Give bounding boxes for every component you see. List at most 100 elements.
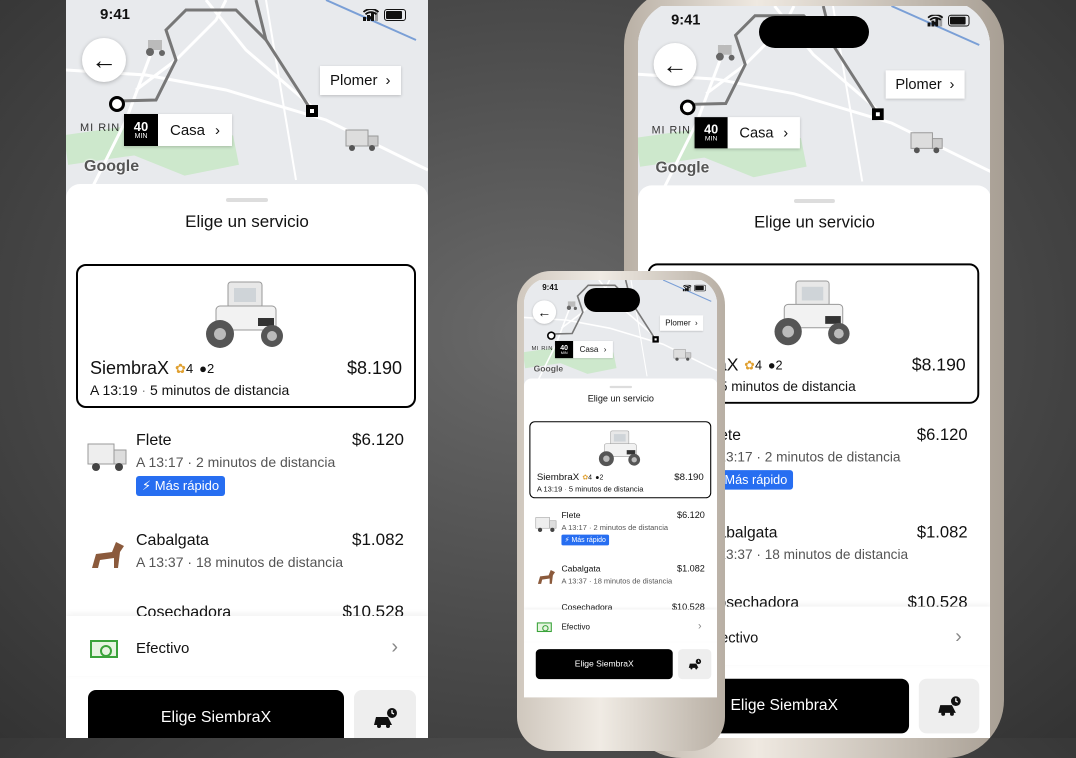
app-screen: 9:41 ← Plomer › MI RIN 40 MIN Casa › Googl… xyxy=(524,280,717,698)
service-option[interactable]: Flete $6.120 A 13:17 · 2 minutos de dist… xyxy=(524,507,717,550)
car-clock-icon xyxy=(374,708,397,728)
origin-name: Casa xyxy=(170,121,206,139)
phone-left: 9:41 ← Plomer › MI RIN 40 MIN Casa › Googl… xyxy=(66,0,428,738)
lightning-icon: ⚡︎ xyxy=(564,535,570,544)
destination-marker xyxy=(872,108,884,121)
map-view[interactable]: 9:41 ← Plomer › MI RIN 40 MIN Casa › Googl… xyxy=(66,0,428,200)
back-button[interactable]: ← xyxy=(532,300,557,324)
service-price: $1.082 xyxy=(677,563,705,574)
delivery-truck-icon xyxy=(535,517,557,532)
origin-label[interactable]: 40 MIN Casa › xyxy=(555,340,613,359)
service-eta: A 13:19 · 5 minutos de distancia xyxy=(90,382,290,398)
sheet-handle[interactable] xyxy=(226,198,268,202)
delivery-truck-icon xyxy=(87,443,127,471)
battery-icon xyxy=(694,284,706,292)
capacity: ●2 xyxy=(595,473,604,482)
tractor-icon xyxy=(206,281,283,348)
rating: ✿4 xyxy=(744,357,762,373)
service-eta: A 13:37 · 18 minutos de distancia xyxy=(136,554,344,570)
service-option-selected[interactable]: SiembraX ✿4 ●2 $8.190 A 13:19 · 5 minuto… xyxy=(529,421,712,499)
origin-label[interactable]: 40 MIN Casa › xyxy=(694,117,800,149)
battery-icon xyxy=(384,9,406,21)
origin-marker xyxy=(679,99,696,116)
destination-label[interactable]: Plomer › xyxy=(885,70,965,99)
origin-label[interactable]: 40 MIN Casa › xyxy=(124,114,233,146)
eta-badge: 40 MIN xyxy=(555,340,574,359)
rating: ✿4 xyxy=(582,472,593,481)
service-eta: A 13:37 · 18 minutos de distancia xyxy=(561,576,673,585)
chevron-right-icon: › xyxy=(694,318,698,328)
horse-icon xyxy=(92,542,124,568)
tractor-map-icon xyxy=(716,45,735,61)
payment-method[interactable]: Efectivo › xyxy=(66,616,428,676)
person-icon: ● xyxy=(199,361,208,376)
arrow-left-icon: ← xyxy=(537,303,552,320)
tractor-map-icon xyxy=(146,40,165,56)
service-eta: A 13:17 · 2 minutos de distancia xyxy=(136,454,336,470)
google-logo: Google xyxy=(655,160,710,177)
service-eta: A 13:37 · 18 minutos de distancia xyxy=(706,546,909,562)
map-area-label: MI RIN xyxy=(80,122,121,134)
clock: 9:41 xyxy=(100,6,131,23)
service-option[interactable]: Cabalgata $1.082 A 13:37 · 18 minutos de… xyxy=(66,524,428,604)
service-name: Flete xyxy=(561,511,581,521)
schedule-button[interactable] xyxy=(678,649,712,680)
google-logo: Google xyxy=(84,158,140,175)
service-option[interactable]: Cabalgata $1.082 A 13:37 · 18 minutos de… xyxy=(524,560,717,603)
service-price: $8.190 xyxy=(911,355,966,375)
cash-icon xyxy=(90,640,118,658)
tractor-icon xyxy=(598,430,641,467)
schedule-button[interactable] xyxy=(354,690,416,738)
phone-middle: 9:41 ← Plomer › MI RIN 40 MIN Casa › Googl… xyxy=(524,278,717,738)
rating: ✿4 xyxy=(175,360,194,376)
payment-method[interactable]: Efectivo › xyxy=(524,609,717,642)
map-area-label: MI RIN xyxy=(651,124,691,137)
destination-name: Plomer xyxy=(895,76,942,93)
schedule-button[interactable] xyxy=(918,678,980,734)
service-price: $6.120 xyxy=(677,510,705,521)
service-name: Cabalgata xyxy=(136,532,209,549)
origin-name: Casa xyxy=(579,345,599,355)
service-price: $8.190 xyxy=(674,471,704,483)
destination-label[interactable]: Plomer › xyxy=(320,66,401,95)
destination-marker xyxy=(652,336,659,343)
tractor-icon xyxy=(774,280,850,346)
dynamic-island xyxy=(584,288,640,312)
chevron-right-icon: › xyxy=(215,121,221,139)
service-price: $6.120 xyxy=(916,425,968,444)
service-option[interactable]: Flete $6.120 A 13:17 · 2 minutos de dist… xyxy=(66,424,428,504)
chevron-right-icon: › xyxy=(603,345,607,355)
service-name: SiembraX xyxy=(536,471,580,483)
sheet-handle[interactable] xyxy=(794,199,835,203)
destination-label[interactable]: Plomer › xyxy=(659,315,703,331)
service-eta: A 13:19 · 5 minutos de distancia xyxy=(536,484,644,493)
service-price: $8.190 xyxy=(346,358,402,378)
wheat-icon: ✿ xyxy=(175,360,186,376)
sheet-title: Elige un servicio xyxy=(754,212,875,232)
arrow-left-icon: ← xyxy=(91,44,117,75)
eta-badge: 40 MIN xyxy=(694,117,728,149)
choose-service-button[interactable]: Elige SiembraX xyxy=(88,690,344,738)
clock: 9:41 xyxy=(542,283,559,293)
battery-icon xyxy=(948,14,970,27)
back-button[interactable]: ← xyxy=(653,43,697,86)
google-logo: Google xyxy=(533,364,564,374)
horse-icon xyxy=(537,569,556,584)
choose-service-button[interactable]: Elige SiembraX xyxy=(535,649,673,680)
service-option-selected[interactable]: SiembraX ✿4 ●2 $8.190 A 13:19 · 5 minuto… xyxy=(76,264,416,408)
service-name: Flete xyxy=(136,432,172,449)
back-button[interactable]: ← xyxy=(82,38,126,82)
service-price: $6.120 xyxy=(352,430,404,449)
origin-marker xyxy=(547,331,556,340)
sheet-title: Elige un servicio xyxy=(587,393,654,404)
fastest-badge: ⚡︎ Más rápido xyxy=(561,534,610,546)
origin-marker xyxy=(109,96,125,112)
chevron-right-icon: › xyxy=(783,124,789,142)
status-bar: 9:41 xyxy=(66,6,428,26)
wifi-icon xyxy=(927,14,944,26)
service-eta: A 13:17 · 2 minutos de distancia xyxy=(706,448,901,465)
service-sheet: Elige un servicio SiembraX ✿4 ●2 $8.190 … xyxy=(524,378,717,698)
capacity: ●2 xyxy=(767,357,783,373)
sheet-handle[interactable] xyxy=(609,385,633,389)
tractor-map-icon xyxy=(566,301,577,310)
